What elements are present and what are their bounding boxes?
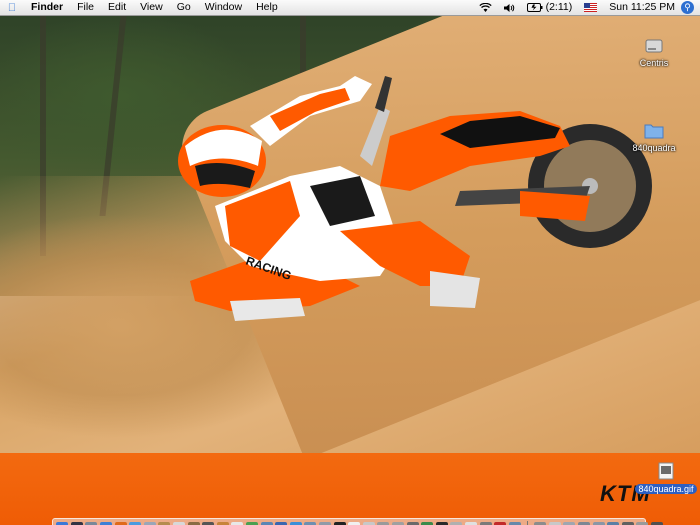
- system-preferences-icon[interactable]: [85, 521, 98, 525]
- menu-go[interactable]: Go: [170, 0, 198, 15]
- menu-help[interactable]: Help: [249, 0, 285, 15]
- volume-icon[interactable]: [498, 3, 521, 13]
- disk-utility-icon[interactable]: [318, 521, 331, 525]
- menu-bar:  Finder File Edit View Go Window Help (…: [0, 0, 700, 16]
- textedit-icon[interactable]: [173, 521, 186, 525]
- rider-boot: [430, 271, 480, 308]
- desktop-icon-label: Centris: [639, 58, 669, 68]
- desktop-icon-label: 840quadra.gif: [635, 484, 697, 494]
- hard-drive-icon: [636, 38, 672, 56]
- battery-icon: [526, 3, 543, 12]
- safari-icon[interactable]: [100, 521, 113, 525]
- menubar-clock[interactable]: Sun 11:25 PM: [603, 0, 681, 15]
- x11-icon[interactable]: [348, 521, 361, 525]
- battery-time: (2:11): [545, 1, 573, 13]
- imovie-icon[interactable]: [202, 521, 215, 525]
- automator-icon[interactable]: [479, 521, 492, 525]
- desktop: RACING KTM Centris 840quadra 840quadra.g…: [0, 16, 700, 525]
- wallpaper-motocross-rider: RACING: [178, 76, 652, 321]
- downloads-folder-icon[interactable]: [592, 521, 605, 525]
- menu-view[interactable]: View: [133, 0, 170, 15]
- wallpaper-orange-band: [0, 453, 700, 525]
- guitar-icon[interactable]: [216, 521, 229, 525]
- menu-finder[interactable]: Finder: [24, 0, 70, 15]
- folder-icon: [628, 122, 680, 141]
- menu-file[interactable]: File: [70, 0, 101, 15]
- picture-icon[interactable]: [607, 521, 620, 525]
- movie-icon[interactable]: [621, 521, 634, 525]
- script-editor-icon[interactable]: [362, 521, 375, 525]
- dashboard-icon[interactable]: [70, 521, 83, 525]
- firefox-icon[interactable]: [114, 521, 127, 525]
- iphoto-icon[interactable]: [260, 521, 273, 525]
- applications-folder-icon[interactable]: [578, 521, 591, 525]
- printer-icon[interactable]: [391, 521, 404, 525]
- spotlight-icon[interactable]: ⚲: [681, 1, 694, 14]
- apple-menu-icon[interactable]: : [0, 2, 24, 14]
- ical-icon[interactable]: [231, 521, 244, 525]
- trash-icon[interactable]: [651, 521, 664, 525]
- dock: [52, 518, 664, 525]
- dock-trailing: [533, 521, 664, 525]
- battery-status[interactable]: (2:11): [521, 0, 579, 15]
- ichat-icon[interactable]: [129, 521, 142, 525]
- documents-folder-icon[interactable]: [563, 521, 576, 525]
- dock-separator: [527, 520, 528, 525]
- desktop-icon-840quadra[interactable]: 840quadra: [628, 122, 680, 153]
- preview-photo-icon[interactable]: [377, 521, 390, 525]
- grapher-icon[interactable]: [464, 521, 477, 525]
- itunes-icon[interactable]: [246, 521, 259, 525]
- remote-desktop-icon[interactable]: [508, 521, 521, 525]
- quicktime-icon[interactable]: [275, 521, 288, 525]
- menu-window[interactable]: Window: [198, 0, 249, 15]
- network-icon[interactable]: [304, 521, 317, 525]
- dock-apps: [55, 521, 522, 525]
- mail-icon[interactable]: [143, 521, 156, 525]
- preview-icon[interactable]: [187, 521, 200, 525]
- utility-icon[interactable]: [406, 521, 419, 525]
- globe-icon[interactable]: [421, 521, 434, 525]
- activity-monitor-icon[interactable]: [435, 521, 448, 525]
- address-book-icon[interactable]: [158, 521, 171, 525]
- terminal-icon[interactable]: [333, 521, 346, 525]
- desktop-icon-label: 840quadra: [632, 143, 676, 153]
- acrobat-icon[interactable]: [494, 521, 507, 525]
- menu-edit[interactable]: Edit: [101, 0, 133, 15]
- desktop-icon-840quadra-gif[interactable]: 840quadra.gif: [634, 462, 698, 494]
- image-file-icon: [634, 462, 698, 482]
- home-folder-icon[interactable]: [548, 521, 561, 525]
- window-icon[interactable]: [636, 521, 649, 525]
- finder-icon[interactable]: [56, 521, 69, 525]
- itunes-store-icon[interactable]: [289, 521, 302, 525]
- input-menu-flag-icon[interactable]: [578, 3, 603, 12]
- stacks-icon[interactable]: [534, 521, 547, 525]
- photo-booth-icon[interactable]: [450, 521, 463, 525]
- wifi-icon[interactable]: [473, 2, 498, 13]
- desktop-icon-centris[interactable]: Centris: [636, 38, 672, 68]
